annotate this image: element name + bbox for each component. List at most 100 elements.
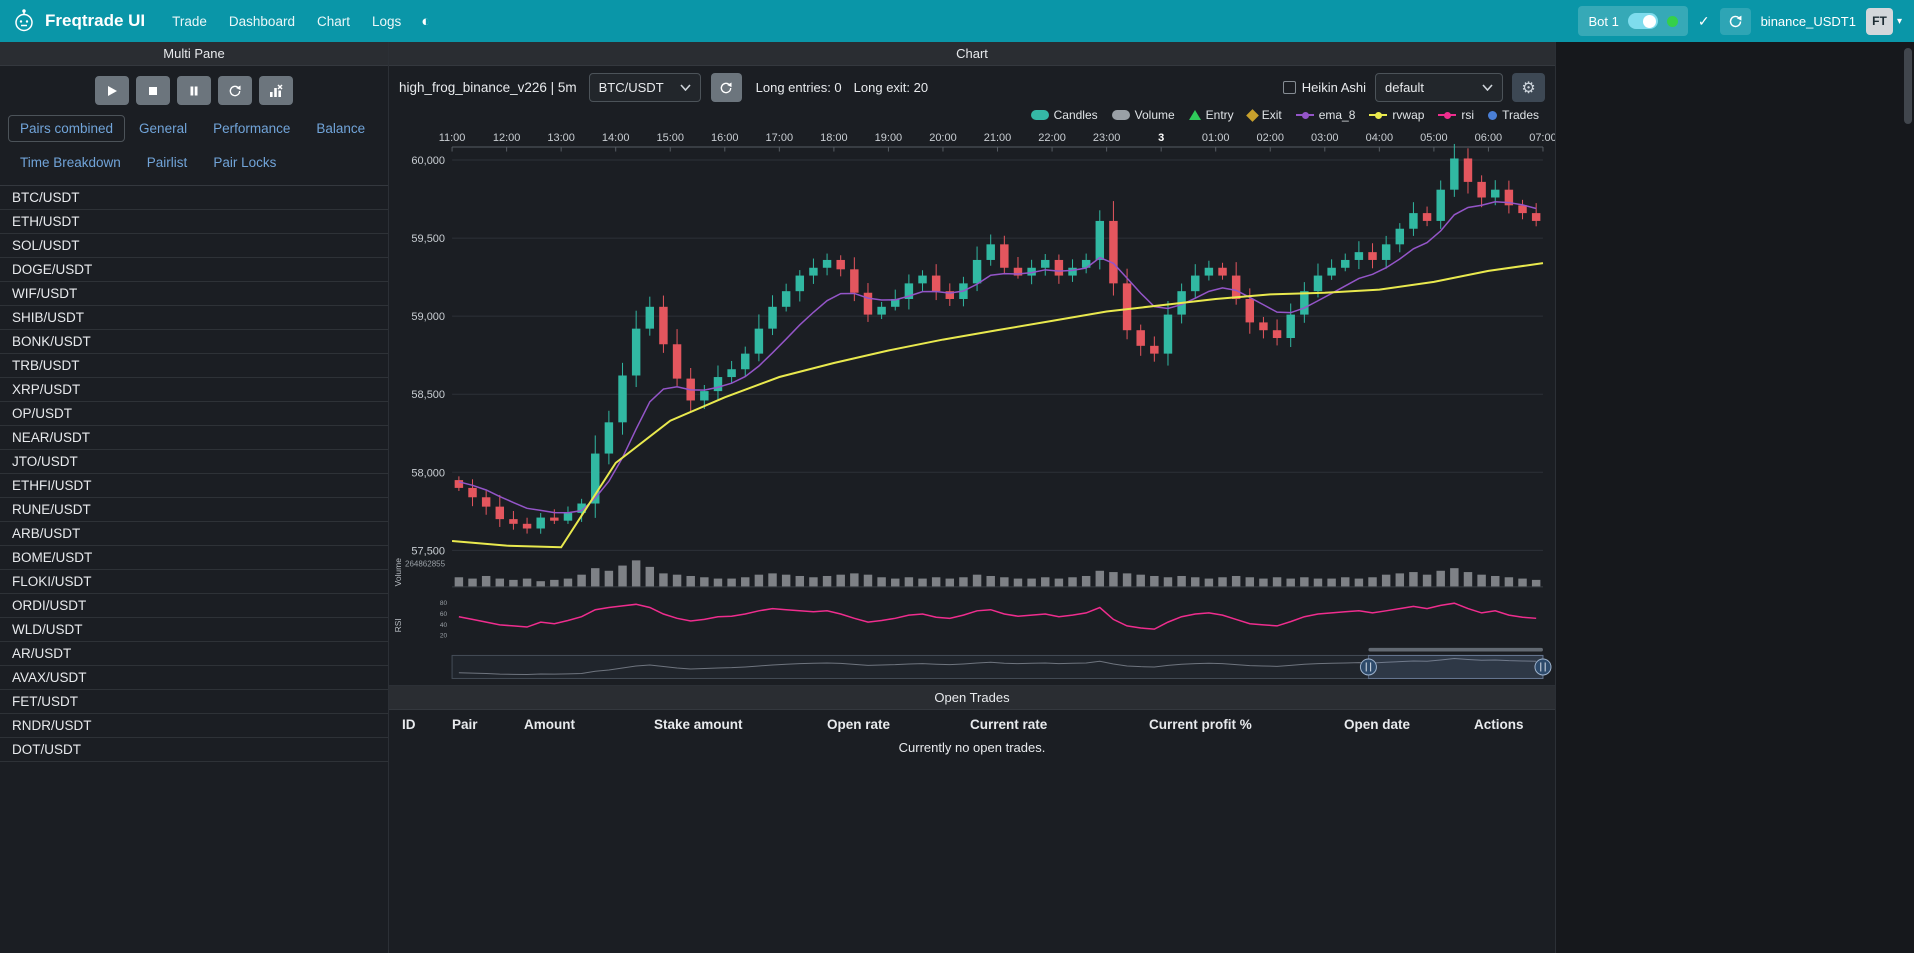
pair-list: BTC/USDT ETH/USDT SOL/USDT DOGE/USDTWIF/USD… bbox=[0, 185, 388, 770]
zoom-handle-right[interactable] bbox=[1535, 659, 1551, 675]
home-link[interactable]: Freqtrade UI bbox=[12, 9, 145, 33]
plot-settings-button[interactable]: ⚙ bbox=[1512, 73, 1545, 102]
multi-pane-tabs: Pairs combinedGeneralPerformanceBalance T… bbox=[0, 112, 388, 185]
open-trades-panel: Open Trades IDPairAmountStake amountOpen… bbox=[389, 685, 1555, 953]
entry-triangle-icon bbox=[1189, 110, 1201, 120]
refresh-icon bbox=[228, 84, 242, 98]
data-zoom-navigator[interactable] bbox=[452, 648, 1551, 679]
price-chart[interactable]: 11:0012:0013:0014:0015:0016:0017:0018:00… bbox=[389, 125, 1555, 685]
stop-button[interactable] bbox=[136, 76, 170, 105]
pair-row[interactable]: AR/USDT bbox=[0, 642, 388, 666]
pair-row[interactable]: BOME/USDT bbox=[0, 546, 388, 570]
pair-label: ETH/USDT bbox=[12, 214, 80, 229]
pair-row[interactable]: FLOKI/USDT bbox=[0, 570, 388, 594]
legend-item-rvwap[interactable]: rvwap bbox=[1369, 108, 1424, 122]
theme-toggle-icon[interactable]: ◐ bbox=[412, 13, 439, 30]
legend-item-candles[interactable]: Candles bbox=[1031, 108, 1098, 122]
pair-label: ARB/USDT bbox=[12, 526, 80, 541]
bot-selector[interactable]: Bot 1 bbox=[1578, 6, 1687, 36]
time-axis: 11:0012:0013:0014:0015:0016:0017:0018:00… bbox=[439, 132, 1555, 152]
heikin-ashi-toggle[interactable]: Heikin Ashi bbox=[1283, 80, 1366, 95]
reload-bot-button[interactable] bbox=[1720, 8, 1751, 35]
bot-toggle-switch[interactable] bbox=[1628, 13, 1658, 29]
bot-online-dot bbox=[1667, 16, 1678, 27]
heikin-ashi-checkbox[interactable] bbox=[1283, 81, 1296, 94]
pair-row[interactable]: BTC/USDT bbox=[0, 186, 388, 210]
pair-row[interactable]: BONK/USDT bbox=[0, 330, 388, 354]
chart-horizontal-scrollbar[interactable] bbox=[1368, 648, 1543, 652]
column-header-id: ID bbox=[389, 717, 439, 732]
plot-config-select[interactable]: default bbox=[1375, 73, 1503, 102]
pair-row[interactable]: WIF/USDT bbox=[0, 282, 388, 306]
nav-item-dashboard[interactable]: Dashboard bbox=[218, 8, 306, 35]
tab-pairlist[interactable]: Pairlist bbox=[135, 149, 200, 176]
legend-label: Volume bbox=[1135, 108, 1175, 122]
nav-item-logs[interactable]: Logs bbox=[361, 8, 412, 35]
legend-item-ema_8[interactable]: ema_8 bbox=[1296, 108, 1356, 122]
pair-row[interactable]: XRP/USDT bbox=[0, 378, 388, 402]
svg-text:06:00: 06:00 bbox=[1475, 132, 1503, 144]
multi-pane-header: Multi Pane bbox=[0, 42, 388, 66]
pair-row[interactable]: NEAR/USDT bbox=[0, 426, 388, 450]
tab-general[interactable]: General bbox=[127, 115, 199, 142]
nav-item-trade[interactable]: Trade bbox=[161, 8, 218, 35]
pair-row[interactable]: AVAX/USDT bbox=[0, 666, 388, 690]
nav-item-chart[interactable]: Chart bbox=[306, 8, 361, 35]
rvwap-line-icon bbox=[1369, 110, 1387, 120]
rsi-pane-label: RSI bbox=[393, 618, 403, 632]
svg-text:59,500: 59,500 bbox=[411, 233, 445, 245]
svg-text:07:00: 07:00 bbox=[1529, 132, 1555, 144]
pair-row[interactable]: DOT/USDT bbox=[0, 738, 388, 762]
pair-row[interactable]: WLD/USDT bbox=[0, 618, 388, 642]
pair-row[interactable]: RNDR/USDT bbox=[0, 714, 388, 738]
svg-text:57,500: 57,500 bbox=[411, 545, 445, 557]
pair-row[interactable]: SHIB/USDT bbox=[0, 306, 388, 330]
pause-button[interactable] bbox=[177, 76, 211, 105]
pair-row[interactable]: ARB/USDT bbox=[0, 522, 388, 546]
chevron-down-icon bbox=[680, 84, 691, 91]
svg-text:3: 3 bbox=[1158, 132, 1164, 144]
chart-toolbar-right: Heikin Ashi default ⚙ bbox=[1283, 73, 1545, 102]
tab-pairs-combined[interactable]: Pairs combined bbox=[8, 115, 125, 142]
pair-row[interactable]: RUNE/USDT bbox=[0, 498, 388, 522]
chart-refresh-button[interactable] bbox=[711, 73, 742, 102]
pair-label: JTO/USDT bbox=[12, 454, 78, 469]
pair-select[interactable]: BTC/USDT bbox=[589, 73, 701, 102]
svg-text:40: 40 bbox=[440, 622, 448, 629]
legend-item-volume[interactable]: Volume bbox=[1112, 108, 1175, 122]
legend-item-rsi[interactable]: rsi bbox=[1438, 108, 1474, 122]
pair-label: RNDR/USDT bbox=[12, 718, 92, 733]
pair-row[interactable]: ETH/USDT bbox=[0, 210, 388, 234]
legend-item-trades[interactable]: Trades bbox=[1488, 108, 1539, 122]
legend-item-entry[interactable]: Entry bbox=[1189, 108, 1234, 122]
tab-balance[interactable]: Balance bbox=[304, 115, 377, 142]
gear-icon: ⚙ bbox=[1521, 78, 1535, 98]
pair-row[interactable]: ETHFI/USDT bbox=[0, 474, 388, 498]
start-button[interactable] bbox=[95, 76, 129, 105]
candles-marker-icon bbox=[1031, 110, 1049, 120]
column-header-actions: Actions bbox=[1461, 717, 1555, 732]
pair-row[interactable]: FET/USDT bbox=[0, 690, 388, 714]
pair-row[interactable]: ORDI/USDT bbox=[0, 594, 388, 618]
user-menu[interactable]: FT ▾ bbox=[1866, 8, 1902, 35]
reload-config-button[interactable] bbox=[218, 76, 252, 105]
tab-pair-locks[interactable]: Pair Locks bbox=[201, 149, 288, 176]
clear-chart-button[interactable] bbox=[259, 76, 293, 105]
legend-item-exit[interactable]: Exit bbox=[1248, 108, 1282, 122]
svg-text:80: 80 bbox=[440, 600, 448, 607]
pair-label: ORDI/USDT bbox=[12, 598, 86, 613]
pair-row[interactable]: TRB/USDT bbox=[0, 354, 388, 378]
tab-performance[interactable]: Performance bbox=[201, 115, 302, 142]
pair-row[interactable]: OP/USDT bbox=[0, 402, 388, 426]
pair-row[interactable]: DOGE/USDT bbox=[0, 258, 388, 282]
zoom-selected-window[interactable] bbox=[1368, 655, 1543, 678]
trades-marker-icon bbox=[1488, 111, 1497, 120]
pair-row[interactable]: JTO/USDT bbox=[0, 450, 388, 474]
pair-row[interactable]: SOL/USDT bbox=[0, 234, 388, 258]
pair-label: SOL/USDT bbox=[12, 238, 80, 253]
pair-label: NEAR/USDT bbox=[12, 430, 90, 445]
tab-time-breakdown[interactable]: Time Breakdown bbox=[8, 149, 133, 176]
zoom-handle-left[interactable] bbox=[1360, 659, 1376, 675]
page-scrollbar[interactable] bbox=[1904, 48, 1912, 124]
exchange-account-label: binance_USDT1 bbox=[1761, 14, 1856, 29]
